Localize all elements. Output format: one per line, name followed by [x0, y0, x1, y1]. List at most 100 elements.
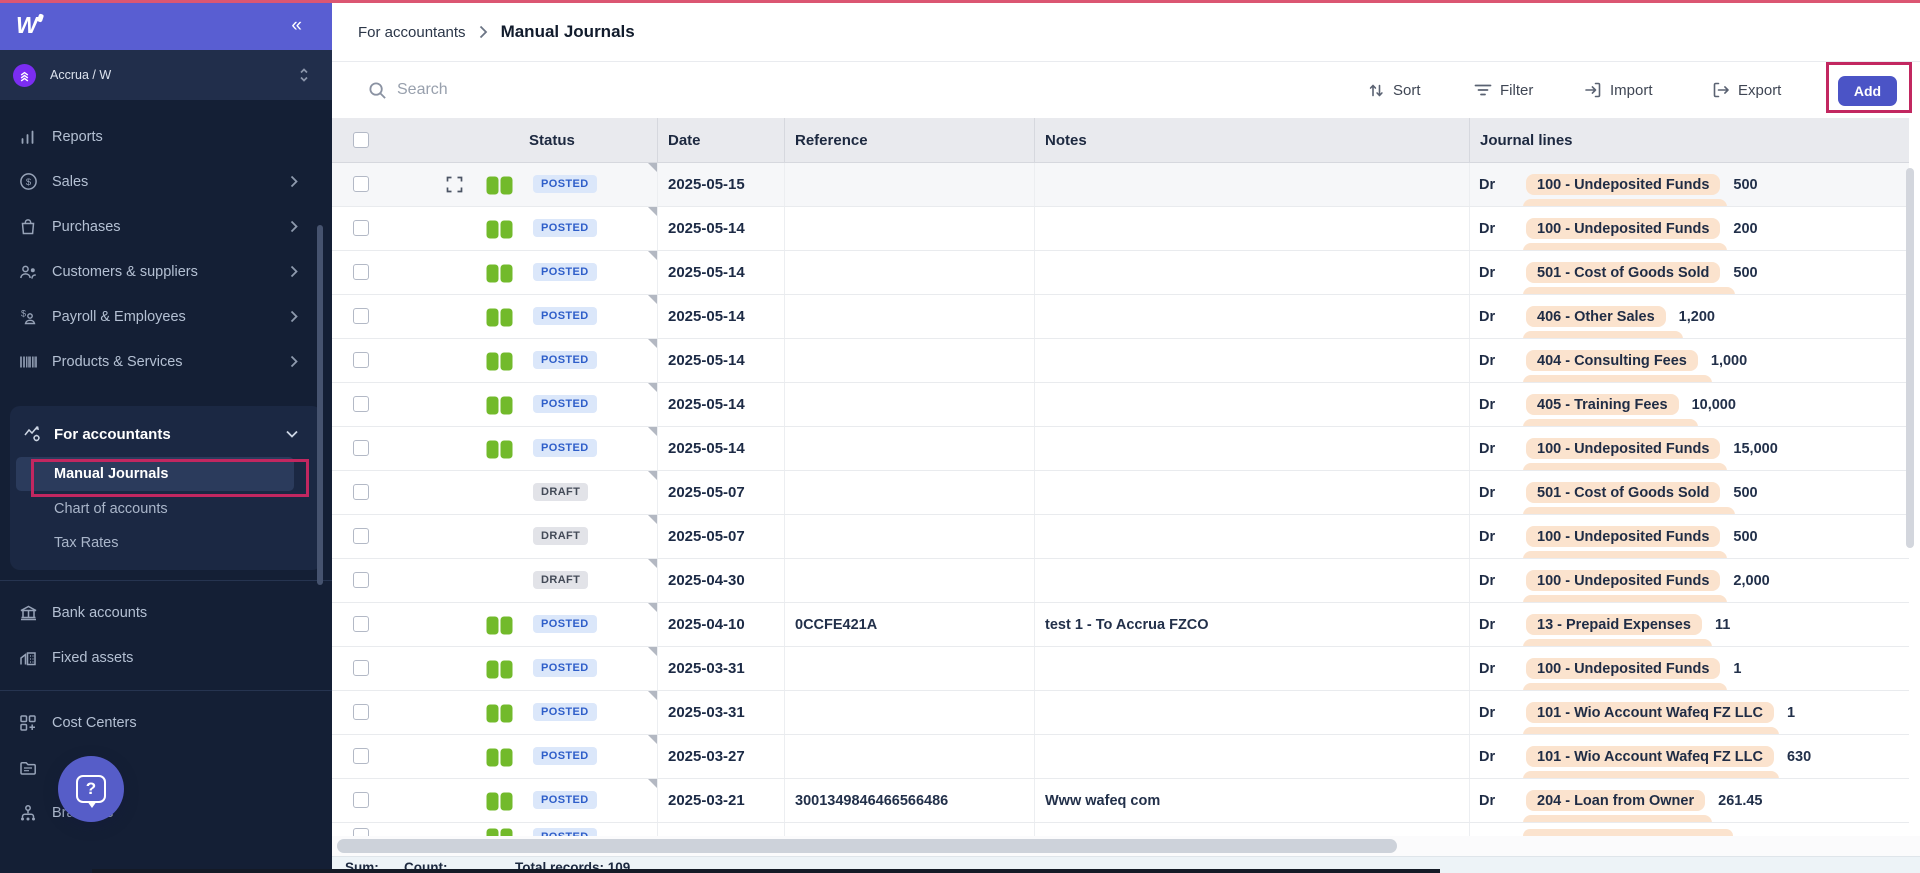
status-badge: POSTED [533, 351, 597, 369]
sort-button[interactable]: Sort [1368, 62, 1421, 118]
journal-lines-cell: Dr100 - Undeposited Funds200 [1470, 207, 1909, 250]
horizontal-scrollbar [332, 836, 1920, 856]
reference-cell [785, 559, 1035, 602]
org-selector[interactable]: Accrua / W [0, 50, 332, 100]
sort-label: Sort [1393, 82, 1421, 99]
status-cell: DRAFT [332, 471, 658, 514]
table-row[interactable]: POSTED2025-05-14Dr404 - Consulting Fees1… [332, 339, 1909, 383]
sidebar-item-branches[interactable]: Branches [0, 790, 332, 835]
cell-corner-marker [648, 603, 657, 612]
help-button[interactable]: ? [58, 756, 124, 822]
vertical-scrollbar-thumb[interactable] [1906, 168, 1914, 548]
chevron-right-icon [290, 355, 298, 368]
sidebar-item-sales[interactable]: $ Sales [0, 159, 332, 204]
table-row[interactable]: POSTED2025-05-14Dr501 - Cost of Goods So… [332, 251, 1909, 295]
status-cell: POSTED [332, 691, 658, 734]
table-row[interactable]: POSTED2025-05-15Dr100 - Undeposited Fund… [332, 163, 1909, 207]
sidebar-item-products-services[interactable]: Products & Services [0, 339, 332, 384]
horizontal-scrollbar-thumb[interactable] [337, 839, 1397, 853]
row-checkbox[interactable] [353, 704, 369, 720]
account-pill: 100 - Undeposited Funds [1526, 218, 1720, 239]
add-button[interactable]: Add [1838, 76, 1897, 106]
sidebar-item-manual-journals[interactable]: Manual Journals [16, 457, 294, 491]
row-checkbox[interactable] [353, 220, 369, 236]
select-all-checkbox[interactable] [353, 132, 369, 148]
table-row[interactable]: POSTED2025-03-213001349846466566486Www w… [332, 779, 1909, 823]
sidebar-item-tax-rates[interactable]: Tax Rates [10, 526, 322, 560]
building-icon [18, 649, 38, 667]
table-row[interactable]: DRAFT2025-05-07Dr100 - Undeposited Funds… [332, 515, 1909, 559]
import-button[interactable]: Import [1584, 62, 1653, 118]
sidebar-scrollbar-thumb[interactable] [317, 225, 323, 585]
row-checkbox[interactable] [353, 308, 369, 324]
sidebar-item-label: Products & Services [52, 354, 183, 370]
expand-row-icon[interactable] [446, 176, 463, 193]
journal-book-icon [486, 660, 513, 679]
sidebar-item-for-accountants[interactable]: For accountants [10, 412, 322, 456]
journal-book-icon [486, 352, 513, 371]
next-line-peek [1523, 375, 1712, 382]
breadcrumb-parent[interactable]: For accountants [358, 24, 466, 41]
notes-cell [1035, 735, 1470, 778]
account-pill: 100 - Undeposited Funds [1526, 658, 1720, 679]
debit-label: Dr [1479, 221, 1501, 237]
row-checkbox[interactable] [353, 396, 369, 412]
people-icon [18, 263, 38, 281]
table-row[interactable]: DRAFT2025-04-30Dr100 - Undeposited Funds… [332, 559, 1909, 603]
row-checkbox[interactable] [353, 792, 369, 808]
notes-cell [1035, 207, 1470, 250]
table-row[interactable]: POSTED2025-05-14Dr406 - Other Sales1,200 [332, 295, 1909, 339]
table-row[interactable]: POSTED2025-05-14Dr100 - Undeposited Fund… [332, 427, 1909, 471]
date-cell: 2025-03-31 [658, 691, 785, 734]
sidebar-item-reports[interactable]: Reports [0, 114, 332, 159]
search-input[interactable] [397, 81, 817, 99]
table-row[interactable]: POSTED2025-03-31Dr100 - Undeposited Fund… [332, 647, 1909, 691]
status-badge: POSTED [533, 175, 597, 193]
sidebar-item-bank-accounts[interactable]: Bank accounts [0, 590, 332, 635]
date-cell: 2025-03-21 [658, 779, 785, 822]
table-row[interactable]: POSTED2025-03-27Dr101 - Wio Account Wafe… [332, 735, 1909, 779]
table-row[interactable]: DRAFT2025-05-07Dr501 - Cost of Goods Sol… [332, 471, 1909, 515]
row-checkbox[interactable] [353, 352, 369, 368]
sidebar-item-payroll-employees[interactable]: $ Payroll & Employees [0, 294, 332, 339]
sidebar-item-purchases[interactable]: Purchases [0, 204, 332, 249]
date-cell: 2025-05-14 [658, 339, 785, 382]
row-checkbox[interactable] [353, 572, 369, 588]
journal-amount: 261.45 [1718, 793, 1762, 809]
row-checkbox[interactable] [353, 748, 369, 764]
export-button[interactable]: Export [1712, 62, 1781, 118]
row-checkbox[interactable] [353, 528, 369, 544]
row-checkbox[interactable] [353, 264, 369, 280]
table-row[interactable]: POSTED2025-04-100CCFE421Atest 1 - To Acc… [332, 603, 1909, 647]
sidebar-item-label: Tax Rates [54, 535, 118, 551]
sidebar-collapse-icon[interactable]: « [291, 16, 302, 35]
filter-button[interactable]: Filter [1474, 62, 1533, 118]
sidebar-item-cost-centers[interactable]: Cost Centers [0, 700, 332, 745]
cell-corner-marker [648, 163, 657, 172]
row-checkbox[interactable] [353, 176, 369, 192]
table-row[interactable]: POSTED2025-05-14Dr405 - Training Fees10,… [332, 383, 1909, 427]
table-row[interactable]: POSTED2025-05-14Dr100 - Undeposited Fund… [332, 207, 1909, 251]
sidebar-item-fixed-assets[interactable]: Fixed assets [0, 635, 332, 680]
row-checkbox[interactable] [353, 440, 369, 456]
row-checkbox[interactable] [353, 484, 369, 500]
debit-label: Dr [1479, 397, 1501, 413]
table-row[interactable]: POSTED2025-03-31Dr101 - Wio Account Wafe… [332, 691, 1909, 735]
row-checkbox[interactable] [353, 616, 369, 632]
table-row[interactable]: POSTED [332, 823, 1909, 836]
journal-book-icon [486, 748, 513, 767]
status-cell: POSTED [332, 163, 658, 206]
svg-text:$: $ [21, 308, 26, 318]
row-checkbox[interactable] [353, 828, 369, 836]
sidebar-item-chart-of-accounts[interactable]: Chart of accounts [10, 492, 322, 526]
journal-amount: 15,000 [1733, 441, 1777, 457]
journal-lines-cell: Dr100 - Undeposited Funds500 [1470, 515, 1909, 558]
journal-lines-cell: Dr100 - Undeposited Funds1 [1470, 647, 1909, 690]
row-checkbox[interactable] [353, 660, 369, 676]
sidebar-item-customers-suppliers[interactable]: Customers & suppliers [0, 249, 332, 294]
cell-corner-marker [648, 383, 657, 392]
sidebar-item-documents[interactable] [0, 745, 332, 790]
journal-amount: 1,200 [1679, 309, 1715, 325]
debit-label: Dr [1479, 529, 1501, 545]
org-switcher-icon[interactable] [297, 66, 311, 84]
